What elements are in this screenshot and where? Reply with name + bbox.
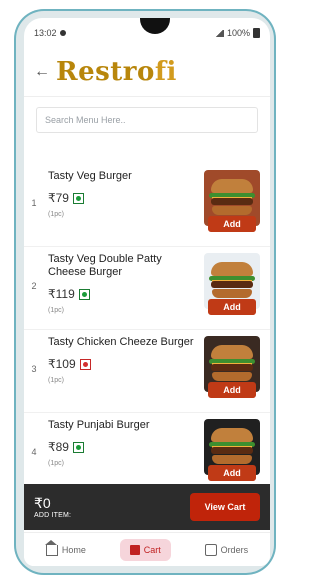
item-info: Tasty Veg Double Patty Cheese Burger ₹11… [44, 247, 204, 329]
battery-icon [253, 28, 260, 38]
item-name: Tasty Punjabi Burger [48, 419, 150, 431]
burger-icon [209, 345, 255, 383]
item-name: Tasty Veg Burger [48, 170, 132, 182]
menu-item: 1 Tasty Veg Burger ₹79 (1pc) Add [24, 164, 270, 247]
tab-label: Orders [220, 545, 249, 555]
tab-orders[interactable]: Orders [195, 538, 259, 562]
item-info: Tasty Chicken Cheeze Burger ₹109 (1pc) [44, 330, 204, 412]
item-qty: (1pc) [48, 211, 64, 218]
burger-icon [209, 262, 255, 300]
battery-percent: 100% [226, 28, 250, 38]
add-button[interactable]: Add [208, 382, 256, 398]
cart-icon [129, 545, 140, 555]
logo-suffix: fi [154, 57, 177, 87]
cart-bar: ₹0 ADD ITEM: View Cart [24, 484, 270, 530]
view-cart-button[interactable]: View Cart [190, 493, 260, 521]
status-left: 13:02 [34, 28, 66, 38]
app-logo: Restrofi [56, 57, 177, 87]
cart-summary: ₹0 ADD ITEM: [24, 495, 71, 519]
status-time: 13:02 [34, 28, 57, 38]
item-price-row: ₹89 [48, 440, 200, 454]
item-image: Add [204, 419, 260, 481]
item-price: ₹79 [48, 191, 69, 205]
back-arrow-icon[interactable]: ← [34, 63, 50, 81]
menu-list: 1 Tasty Veg Burger ₹79 (1pc) Add 2 Tasty… [24, 164, 270, 496]
item-price-row: ₹79 [48, 191, 200, 205]
item-price: ₹89 [48, 440, 69, 454]
notification-icon [59, 30, 66, 36]
cart-sub-label: ADD ITEM: [34, 512, 72, 519]
home-icon [44, 539, 58, 556]
item-index: 2 [31, 281, 37, 291]
item-info: Tasty Punjabi Burger ₹89 (1pc) [44, 413, 204, 495]
app-header: ← Restrofi [24, 48, 270, 97]
signal-icon [214, 29, 224, 37]
add-button[interactable]: Add [208, 216, 256, 232]
veg-icon [78, 288, 90, 300]
item-price-row: ₹109 [48, 357, 200, 371]
add-button[interactable]: Add [208, 465, 256, 481]
tab-home[interactable]: Home [36, 539, 96, 562]
item-price-row: ₹119 [48, 287, 200, 301]
tab-cart[interactable]: Cart [119, 539, 171, 561]
item-image: Add [204, 336, 260, 398]
burger-icon [209, 179, 255, 217]
veg-icon [72, 441, 84, 453]
orders-icon [204, 544, 217, 556]
veg-icon [72, 192, 84, 204]
nonveg-icon [79, 358, 91, 370]
search-placeholder: Search Menu Here.. [45, 115, 126, 125]
burger-icon [209, 428, 255, 466]
cart-total: ₹0 [34, 495, 51, 511]
item-qty: (1pc) [48, 307, 64, 314]
item-image: Add [204, 253, 260, 315]
logo-main: Restro [56, 57, 155, 87]
item-price: ₹109 [48, 357, 76, 371]
app-screen: 13:02 100% ← Restrofi Search Menu Here..… [24, 18, 270, 566]
item-index: 1 [31, 198, 37, 208]
tab-label: Cart [143, 545, 161, 555]
item-info: Tasty Veg Burger ₹79 (1pc) [44, 164, 204, 246]
menu-item: 3 Tasty Chicken Cheeze Burger ₹109 (1pc)… [24, 330, 270, 413]
item-index: 4 [31, 447, 37, 457]
tab-label: Home [61, 545, 86, 555]
add-button[interactable]: Add [208, 299, 256, 315]
item-name: Tasty Chicken Cheeze Burger [48, 336, 194, 348]
item-image: Add [204, 170, 260, 232]
item-price: ₹119 [48, 287, 75, 301]
item-qty: (1pc) [48, 377, 64, 384]
bottom-tab-bar: Home Cart Orders [24, 532, 270, 566]
item-index: 3 [31, 364, 37, 374]
search-input[interactable]: Search Menu Here.. [36, 107, 258, 133]
item-qty: (1pc) [48, 460, 64, 467]
status-right: 100% [214, 28, 260, 38]
item-name: Tasty Veg Double Patty Cheese Burger [48, 253, 162, 278]
menu-item: 2 Tasty Veg Double Patty Cheese Burger ₹… [24, 247, 270, 330]
